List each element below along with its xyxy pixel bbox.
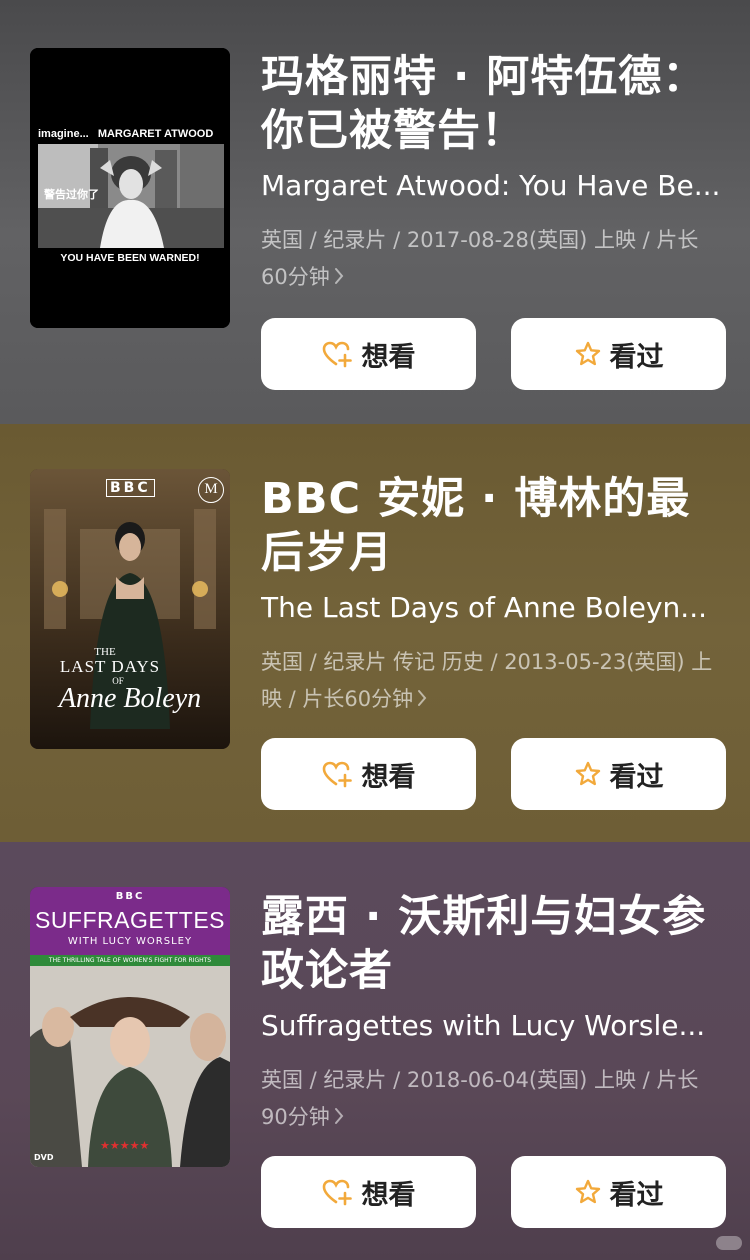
- action-buttons: 想看 看过: [261, 738, 726, 810]
- poster-line4: Anne Boleyn: [58, 683, 202, 714]
- movie-card[interactable]: BBC SUFFRAGETTES WITH LUCY WORSLEY THE T…: [0, 842, 750, 1260]
- watermark-badge: [716, 1236, 742, 1250]
- watched-label: 看过: [609, 761, 664, 793]
- poster-top-prefix: imagine...: [38, 128, 89, 140]
- movie-info: BBC 安妮 · 博林的最后岁月 The Last Days of Anne B…: [261, 472, 726, 719]
- movie-meta[interactable]: 英国 / 纪录片 / 2018-06-04(英国) 上映 / 片长90分钟: [261, 1062, 723, 1137]
- movie-title-cn[interactable]: 玛格丽特 · 阿特伍德：你已被警告！: [261, 50, 726, 158]
- poster-brand: BBC: [106, 479, 155, 497]
- movie-info: 玛格丽特 · 阿特伍德：你已被警告！ Margaret Atwood: You …: [261, 50, 726, 297]
- heart-plus-icon: [322, 1178, 354, 1206]
- watched-button[interactable]: 看过: [511, 1156, 726, 1228]
- chevron-right-icon: [334, 260, 344, 297]
- heart-plus-icon: [322, 340, 354, 368]
- poster-bottom-text: YOU HAVE BEEN WARNED!: [60, 252, 200, 264]
- movie-card[interactable]: imagine... MARGARET ATWOOD 警告过你了 YOU HAV…: [0, 0, 750, 424]
- movie-card[interactable]: BBC M THE LAST DAYS OF Anne Boleyn BBC 安…: [0, 424, 750, 842]
- movie-poster[interactable]: BBC SUFFRAGETTES WITH LUCY WORSLEY THE T…: [30, 887, 230, 1167]
- poster-brand: BBC: [115, 891, 145, 902]
- movie-title-en: Suffragettes with Lucy Worsle...: [261, 1009, 706, 1042]
- heart-plus-icon: [322, 760, 354, 788]
- want-to-watch-label: 想看: [361, 1179, 416, 1211]
- watched-label: 看过: [609, 1179, 664, 1211]
- poster-top-title: MARGARET ATWOOD: [97, 128, 214, 140]
- want-to-watch-button[interactable]: 想看: [261, 738, 476, 810]
- movie-info: 露西 · 沃斯利与妇女参政论者 Suffragettes with Lucy W…: [261, 890, 726, 1137]
- poster-top-text: imagine... MARGARET ATWOOD: [38, 128, 213, 140]
- movie-poster[interactable]: imagine... MARGARET ATWOOD 警告过你了 YOU HAV…: [30, 48, 230, 328]
- poster-line2: LAST DAYS: [59, 657, 161, 676]
- watched-label: 看过: [609, 341, 664, 373]
- poster-mid-text: 警告过你了: [44, 188, 99, 201]
- action-buttons: 想看 看过: [261, 318, 726, 390]
- movie-meta[interactable]: 英国 / 纪录片 / 2017-08-28(英国) 上映 / 片长60分钟: [261, 222, 723, 297]
- movie-meta-text: 英国 / 纪录片 / 2017-08-28(英国) 上映 / 片长60分钟: [261, 228, 699, 289]
- movie-title-en: The Last Days of Anne Boleyn...: [261, 591, 708, 624]
- watched-button[interactable]: 看过: [511, 318, 726, 390]
- chevron-right-icon: [334, 1100, 344, 1137]
- star-icon: [574, 340, 602, 368]
- want-to-watch-button[interactable]: 想看: [261, 318, 476, 390]
- poster-tagline: THE THRILLING TALE OF WOMEN'S FIGHT FOR …: [48, 957, 212, 964]
- poster-title: SUFFRAGETTES: [34, 907, 225, 933]
- chevron-right-icon: [417, 682, 427, 719]
- movie-meta-text: 英国 / 纪录片 传记 历史 / 2013-05-23(英国) 上映 / 片长6…: [261, 650, 713, 711]
- star-icon: [574, 760, 602, 788]
- movie-title-en: Margaret Atwood: You Have Be...: [261, 169, 721, 202]
- poster-stars: ★★★★★: [100, 1139, 150, 1152]
- movie-title-cn[interactable]: BBC 安妮 · 博林的最后岁月: [261, 472, 726, 580]
- movie-meta[interactable]: 英国 / 纪录片 传记 历史 / 2013-05-23(英国) 上映 / 片长6…: [261, 644, 723, 719]
- movie-poster[interactable]: BBC M THE LAST DAYS OF Anne Boleyn: [30, 469, 230, 749]
- movie-meta-text: 英国 / 纪录片 / 2018-06-04(英国) 上映 / 片长90分钟: [261, 1068, 699, 1129]
- poster-badge: M: [198, 477, 224, 503]
- poster-dvd: DVD: [34, 1153, 54, 1162]
- star-icon: [574, 1178, 602, 1206]
- want-to-watch-label: 想看: [361, 341, 416, 373]
- action-buttons: 想看 看过: [261, 1156, 726, 1228]
- want-to-watch-label: 想看: [361, 761, 416, 793]
- poster-subtitle: WITH LUCY WORSLEY: [67, 936, 193, 947]
- want-to-watch-button[interactable]: 想看: [261, 1156, 476, 1228]
- watched-button[interactable]: 看过: [511, 738, 726, 810]
- movie-title-cn[interactable]: 露西 · 沃斯利与妇女参政论者: [261, 890, 726, 998]
